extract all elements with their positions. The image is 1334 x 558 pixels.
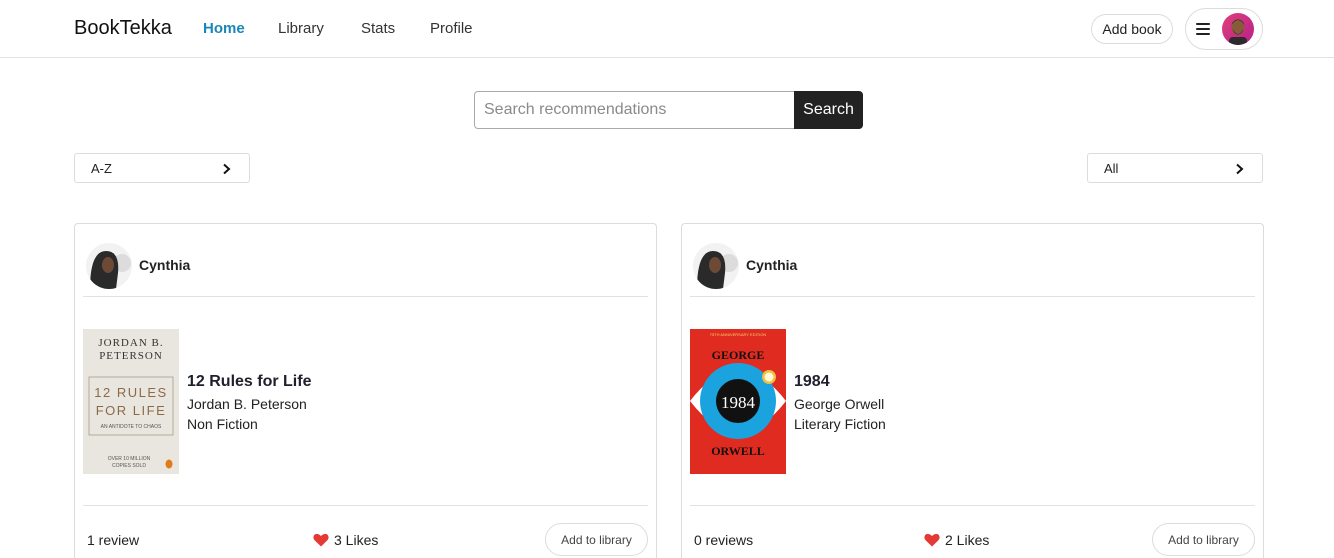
cover-title-line2: FOR LIFE [96, 403, 167, 418]
cover-bottom: ORWELL [711, 444, 765, 458]
search-button[interactable]: Search [794, 91, 863, 129]
book-cover[interactable]: 75TH ANNIVERSARY EDITION GEORGE 1984 ORW… [690, 329, 786, 474]
divider [83, 296, 648, 297]
likes-count: 2 Likes [945, 532, 990, 548]
book-title[interactable]: 12 Rules for Life [187, 373, 311, 391]
brand-logo[interactable]: BookTekka [74, 17, 172, 40]
cover-author-line2: PETERSON [99, 350, 163, 362]
divider [690, 296, 1255, 297]
like-button[interactable]: 2 Likes [924, 532, 989, 548]
nav-profile[interactable]: Profile [430, 20, 473, 37]
reviews-count[interactable]: 0 reviews [694, 532, 753, 548]
user-avatar[interactable] [693, 243, 739, 289]
recommendation-card: Cynthia JORDAN B. PETERSON 12 RULES FOR … [74, 223, 657, 558]
user-name[interactable]: Cynthia [746, 257, 797, 273]
hamburger-icon [1196, 23, 1210, 35]
add-to-library-button[interactable]: Add to library [545, 523, 648, 556]
sort-select[interactable]: A-Z [74, 153, 250, 183]
reviews-count[interactable]: 1 review [87, 532, 139, 548]
chevron-right-icon [1236, 163, 1244, 175]
nav-stats[interactable]: Stats [361, 20, 395, 37]
cover-footer-line1: OVER 10 MILLION [108, 456, 151, 462]
user-menu-button[interactable] [1185, 8, 1263, 50]
user-avatar[interactable] [86, 243, 132, 289]
chevron-right-icon [223, 163, 231, 175]
cover-author-line1: JORDAN B. [98, 337, 163, 349]
nav-library[interactable]: Library [278, 20, 324, 37]
category-select-value: All [1104, 161, 1119, 176]
recommendation-card: Cynthia 75TH ANNIVERSARY EDITION GEORGE … [681, 223, 1264, 558]
top-navbar: BookTekka Home Library Stats Profile Add… [0, 0, 1334, 58]
book-genre: Literary Fiction [794, 416, 886, 432]
heart-icon [924, 533, 940, 547]
like-button[interactable]: 3 Likes [313, 532, 378, 548]
divider [690, 505, 1255, 506]
sort-select-value: A-Z [91, 161, 112, 176]
book-genre: Non Fiction [187, 416, 258, 432]
search-input[interactable] [474, 91, 795, 129]
likes-count: 3 Likes [334, 532, 379, 548]
cover-subtitle: AN ANTIDOTE TO CHAOS [101, 424, 162, 430]
book-author: Jordan B. Peterson [187, 396, 307, 412]
cover-title-line1: 12 RULES [94, 385, 167, 400]
add-book-button[interactable]: Add book [1091, 14, 1173, 44]
category-select[interactable]: All [1087, 153, 1263, 183]
cover-top: GEORGE [712, 348, 765, 362]
heart-icon [313, 533, 329, 547]
divider [83, 505, 648, 506]
avatar [1222, 13, 1254, 45]
cover-footer-line2: COPIES SOLD [112, 463, 146, 469]
add-to-library-button[interactable]: Add to library [1152, 523, 1255, 556]
cover-banner: 75TH ANNIVERSARY EDITION [710, 332, 767, 337]
book-cover[interactable]: JORDAN B. PETERSON 12 RULES FOR LIFE AN … [83, 329, 179, 474]
book-title[interactable]: 1984 [794, 373, 830, 391]
nav-home[interactable]: Home [203, 20, 245, 37]
user-name[interactable]: Cynthia [139, 257, 190, 273]
book-author: George Orwell [794, 396, 885, 412]
cover-center: 1984 [721, 393, 756, 412]
